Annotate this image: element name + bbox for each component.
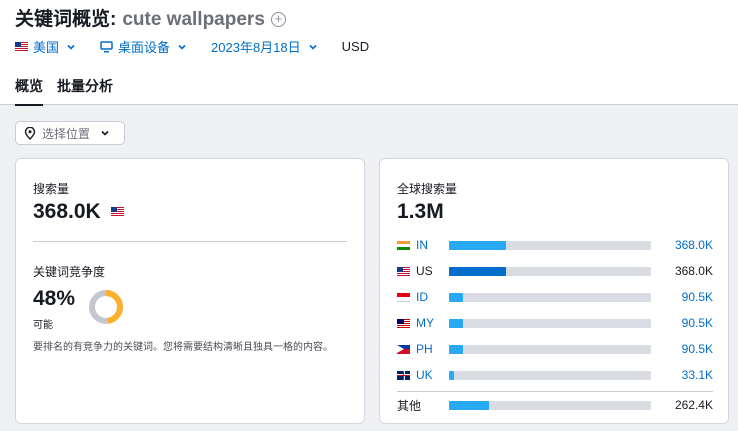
country-code[interactable]: ID <box>416 290 446 304</box>
currency-label: USD <box>341 39 370 54</box>
country-bar-fill <box>449 345 463 354</box>
device-filter[interactable]: 桌面设备 <box>100 37 187 56</box>
kd-description: 要排名的有竞争力的关键词。您将需要结构清晰且独具一格的内容。 <box>33 342 333 353</box>
country-value[interactable]: 33.1K <box>682 368 713 382</box>
country-row-uk: UK 33.1K <box>397 368 713 382</box>
country-value[interactable]: 90.5K <box>682 290 713 304</box>
date-filter-label: 2023年8月18日 <box>211 40 301 55</box>
country-row-other: 其他 262.4K <box>397 398 713 413</box>
other-bar-track <box>449 401 651 410</box>
uk-flag-icon <box>397 370 410 380</box>
id-flag-icon <box>397 292 410 302</box>
other-label: 其他 <box>397 398 422 413</box>
kd-value: 48% <box>33 287 76 310</box>
country-bar-track <box>449 319 651 328</box>
country-bar-track <box>449 371 651 380</box>
chevron-down-icon <box>309 44 317 50</box>
country-filter[interactable]: 美国 <box>15 37 76 56</box>
country-row-id: ID 90.5K <box>397 290 713 304</box>
country-value[interactable]: 90.5K <box>682 342 713 356</box>
country-code: US <box>416 264 433 278</box>
country-code[interactable]: PH <box>416 342 446 356</box>
country-row-us: US 368.0K <box>397 264 713 278</box>
in-flag-icon <box>397 240 410 250</box>
desktop-icon <box>100 40 113 52</box>
location-placeholder: 选择位置 <box>42 126 91 141</box>
us-flag-icon <box>397 266 410 276</box>
country-bar-fill <box>449 293 463 302</box>
page-title: 关键词概览: cute wallpapers + <box>15 4 286 31</box>
kd-donut-chart <box>89 290 123 324</box>
page-header: 关键词概览: cute wallpapers + 美国 桌面设备 2023年8月18… <box>0 0 738 106</box>
my-flag-icon <box>397 318 410 328</box>
country-value[interactable]: 90.5K <box>682 316 713 330</box>
country-bar-fill <box>449 241 506 250</box>
volume-number: 368.0K <box>33 200 101 223</box>
plus-circle-icon[interactable]: + <box>270 12 286 27</box>
map-pin-icon <box>24 126 36 140</box>
country-code[interactable]: IN <box>416 238 446 252</box>
other-divider <box>397 391 713 392</box>
volume-label: 搜索量 <box>33 182 70 196</box>
search-volume-card: 搜索量 368.0K 关键词竞争度 48% 可能 要排名的有竞争力的关键词。您将… <box>15 158 365 424</box>
country-code[interactable]: MY <box>416 316 446 330</box>
other-bar-fill <box>449 401 489 410</box>
filters-bar: 美国 桌面设备 2023年8月18日 USD <box>15 37 393 56</box>
location-select[interactable]: 选择位置 <box>15 121 125 145</box>
title-prefix: 关键词概览: <box>15 9 117 30</box>
country-bar-fill <box>449 371 454 380</box>
kd-status: 可能 <box>33 320 53 331</box>
country-value: 368.0K <box>674 264 713 278</box>
country-code[interactable]: UK <box>416 368 446 382</box>
tab-batch-analysis[interactable]: 批量分析 <box>57 76 113 106</box>
country-bar-fill <box>449 267 506 276</box>
volume-value: 368.0K <box>33 200 129 224</box>
chevron-down-icon <box>178 44 186 50</box>
country-bar-track <box>449 241 651 250</box>
kd-label: 关键词竞争度 <box>33 265 106 279</box>
tab-overview[interactable]: 概览 <box>15 76 43 106</box>
chevron-down-icon <box>101 130 109 136</box>
us-flag-icon <box>110 207 124 216</box>
country-bar-track <box>449 345 651 354</box>
country-value[interactable]: 368.0K <box>675 238 713 252</box>
device-filter-label: 桌面设备 <box>118 40 171 55</box>
tab-bar: 概览 批量分析 <box>15 76 127 106</box>
country-bar-track <box>449 293 651 302</box>
country-row-ph: PH 90.5K <box>397 342 713 356</box>
other-value: 262.4K <box>674 398 713 412</box>
chevron-down-icon <box>67 44 75 50</box>
global-volume-value: 1.3M <box>397 200 444 223</box>
card-divider <box>33 241 347 242</box>
country-bar-fill <box>449 319 463 328</box>
country-bar-track <box>449 267 651 276</box>
country-filter-label: 美国 <box>33 40 60 55</box>
country-row-in: IN 368.0K <box>397 238 713 252</box>
us-flag-icon <box>15 42 28 51</box>
ph-flag-icon <box>397 344 410 354</box>
global-volume-label: 全球搜索量 <box>397 182 458 196</box>
date-filter[interactable]: 2023年8月18日 <box>211 37 318 56</box>
keyword-text: cute wallpapers <box>122 9 265 30</box>
global-volume-card: 全球搜索量 1.3M IN 368.0K US 368.0K ID 90.5K MY 90.5… <box>379 158 729 424</box>
country-row-my: MY 90.5K <box>397 316 713 330</box>
